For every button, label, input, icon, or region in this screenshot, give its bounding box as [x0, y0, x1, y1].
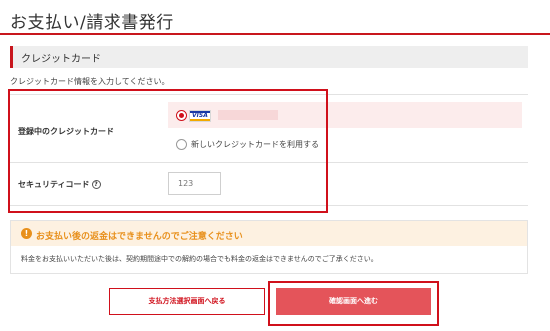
section-header: クレジットカード [10, 46, 528, 68]
refund-notice: ! お支払い後の返金はできませんのでご注意ください 料金をお支払いいただいた後は… [10, 220, 528, 274]
page-title: お支払い/請求書発行 [10, 13, 174, 33]
notice-title: お支払い後の返金はできませんのでご注意ください [36, 232, 243, 242]
warning-icon: ! [21, 228, 32, 239]
notice-body: 料金をお支払いいただいた後は、契約期間途中での解約の場合でも料金の返金はできませ… [21, 255, 378, 263]
next-button-highlight-outline [268, 281, 439, 326]
back-button[interactable]: 支払方法選択画面へ戻る [109, 288, 265, 315]
notice-header: ! お支払い後の返金はできませんのでご注意ください [11, 221, 527, 246]
title-divider [0, 33, 550, 35]
section-title: クレジットカード [21, 54, 101, 65]
form-highlight-outline [8, 89, 328, 213]
instruction-text: クレジットカード情報を入力してください。 [10, 77, 170, 86]
